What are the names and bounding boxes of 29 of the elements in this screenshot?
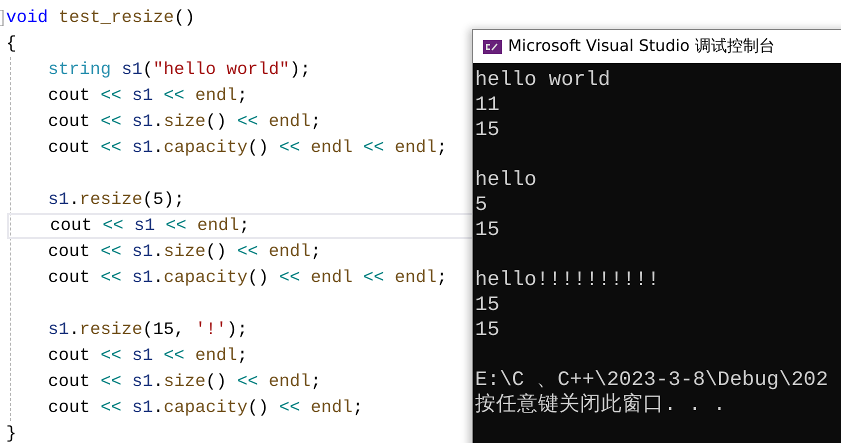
console-output-line: 11 [475,94,500,117]
code-line: cout << s1.size() << endl; [48,372,322,392]
code-line: cout << s1.capacity() << endl; [48,398,364,418]
code-line: string s1("hello world"); [48,60,311,80]
code-line: void test_resize() [6,8,196,28]
code-line: s1.resize(5); [48,190,185,210]
code-line: cout << s1 << endl; [48,346,248,366]
code-line: cout << s1 << endl; [50,216,250,236]
window-title: Microsoft Visual Studio 调试控制台 [508,36,775,57]
console-output-line: hello world [475,69,610,92]
console-output-line: hello [475,169,537,192]
code-line: { [6,34,17,54]
console-output-line: 按任意键关闭此窗口. . . [475,394,726,417]
console-output-line: 15 [475,119,500,142]
code-line: cout << s1.capacity() << endl << endl; [48,138,448,158]
outline-marker-icon[interactable] [0,10,4,26]
console-output-line: E:\C 、C++\2023-3-8\Debug\202 [475,369,828,392]
console-output-line: 15 [475,319,500,342]
console-output-line: 15 [475,294,500,317]
code-line: } [6,424,17,443]
code-line: cout << s1.size() << endl; [48,112,322,132]
code-line: s1.resize(15, '!'); [48,320,248,340]
console-app-icon [483,40,502,54]
console-output-line: 15 [475,219,500,242]
code-line: cout << s1 << endl; [48,86,248,106]
code-line: cout << s1.capacity() << endl << endl; [48,268,448,288]
console-output-line: hello!!!!!!!!!! [475,269,660,292]
console-output-line: 5 [475,194,488,217]
code-line: cout << s1.size() << endl; [48,242,322,262]
